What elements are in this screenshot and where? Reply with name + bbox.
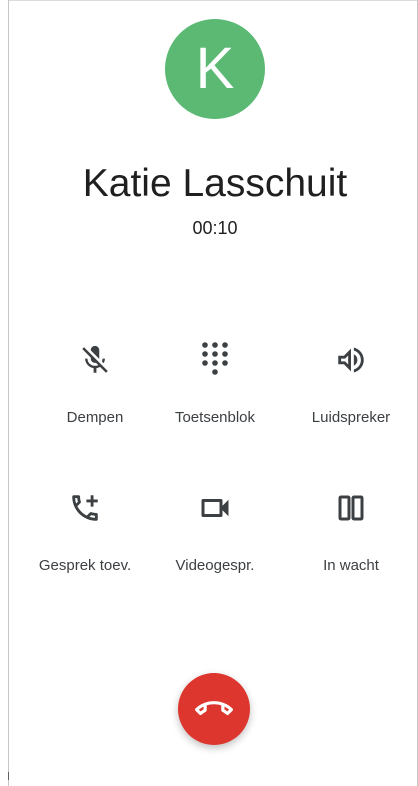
- caller-avatar: K: [165, 19, 265, 119]
- mute-button[interactable]: Dempen: [30, 340, 160, 450]
- video-call-label: Videogespr.: [175, 557, 255, 574]
- videocam-icon: [195, 488, 235, 528]
- window-left-border: [8, 0, 9, 786]
- hold-label: In wacht: [323, 557, 379, 574]
- add-call-icon: [65, 488, 105, 528]
- volume-icon: [331, 340, 371, 380]
- call-duration: 00:10: [192, 218, 238, 238]
- hold-button[interactable]: In wacht: [286, 488, 416, 598]
- speaker-button[interactable]: Luidspreker: [286, 340, 416, 450]
- window-top-border: [8, 0, 418, 1]
- dialpad-icon: [195, 340, 235, 380]
- keypad-label: Toetsenblok: [174, 409, 256, 426]
- video-call-button[interactable]: Videogespr.: [150, 488, 280, 598]
- avatar-initial: K: [195, 36, 235, 101]
- speaker-label: Luidspreker: [311, 409, 391, 426]
- end-call-button[interactable]: [178, 673, 250, 745]
- caller-name: Katie Lasschuit: [82, 162, 348, 205]
- pause-icon: [331, 488, 371, 528]
- edge-marker: [8, 772, 9, 780]
- mic-off-icon: [75, 340, 115, 380]
- add-call-button[interactable]: Gesprek toev.: [20, 488, 150, 598]
- add-call-label: Gesprek toev.: [38, 557, 132, 574]
- keypad-button[interactable]: Toetsenblok: [150, 340, 280, 450]
- call-end-icon: [195, 690, 233, 728]
